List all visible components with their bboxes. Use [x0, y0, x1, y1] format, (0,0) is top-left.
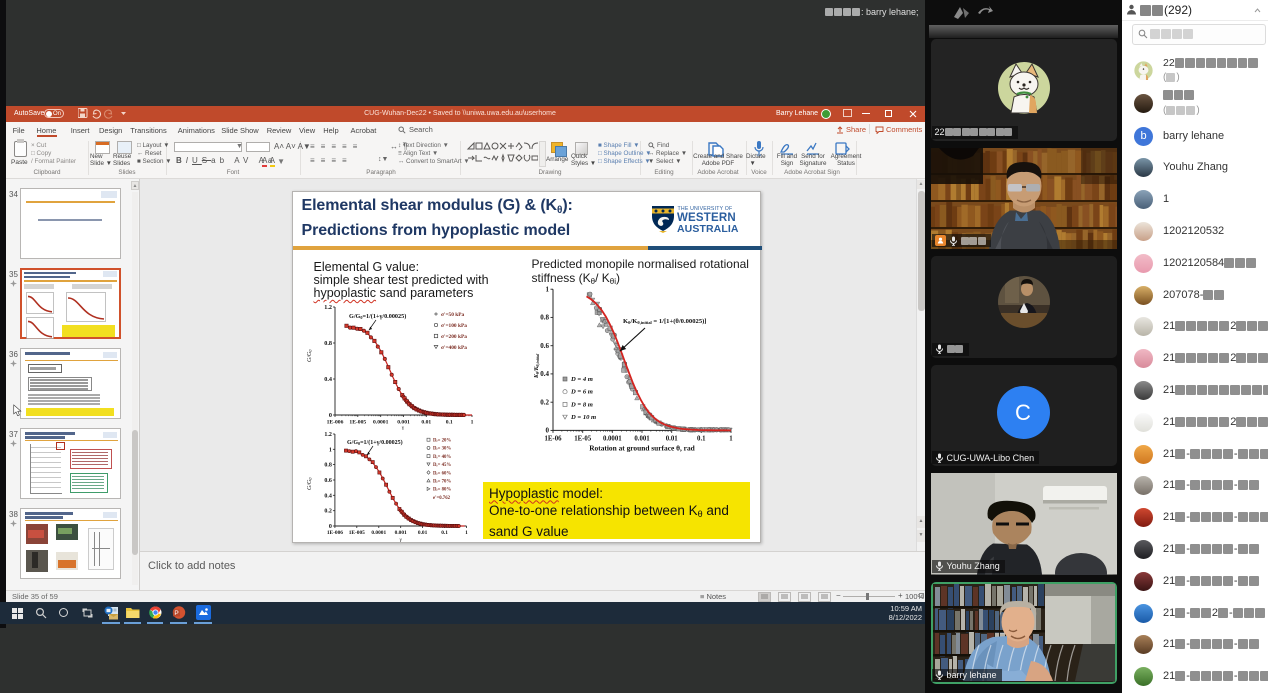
svg-text:Rotation at ground surface θ,: Rotation at ground surface θ, rad	[589, 443, 695, 452]
svg-text:Kθ/Kθ,initial = 1/[1+(θ/0.0002: Kθ/Kθ,initial = 1/[1+(θ/0.00025)]	[623, 318, 707, 325]
svg-text:σ′=50 kPa: σ′=50 kPa	[441, 312, 465, 318]
svg-text:σ′=400 kPa: σ′=400 kPa	[441, 345, 467, 351]
svg-text:0.2: 0.2	[324, 509, 332, 515]
svg-text:1E-006: 1E-006	[326, 530, 342, 536]
svg-text:0.001: 0.001	[394, 530, 406, 536]
svg-text:Dᵣ= 30%: Dᵣ= 30%	[433, 447, 451, 452]
svg-text:0.2: 0.2	[540, 399, 549, 407]
svg-text:0.0001: 0.0001	[602, 435, 621, 442]
svg-text:γ: γ	[400, 425, 404, 431]
svg-text:0: 0	[328, 412, 331, 419]
svg-text:Dᵣ= 40%: Dᵣ= 40%	[433, 455, 451, 460]
svg-text:1E-005: 1E-005	[348, 530, 364, 536]
svg-text:σ′=100 kPa: σ′=100 kPa	[441, 323, 467, 329]
svg-text:D = 4 m: D = 4 m	[570, 376, 593, 383]
svg-text:Dᵣ= 20%: Dᵣ= 20%	[433, 439, 451, 444]
svg-text:Kθ/Kθ,initial: Kθ/Kθ,initial	[534, 353, 540, 379]
svg-text:0.4: 0.4	[540, 370, 549, 378]
svg-text:0.1: 0.1	[445, 420, 452, 426]
svg-text:D = 6 m: D = 6 m	[570, 389, 593, 396]
svg-text:0.4: 0.4	[324, 493, 332, 499]
svg-text:0.4: 0.4	[324, 376, 332, 383]
svg-text:0.01: 0.01	[417, 530, 427, 536]
svg-text:Dᵣ= 70%: Dᵣ= 70%	[433, 480, 451, 485]
svg-text:0.01: 0.01	[665, 435, 677, 442]
svg-text:0.6: 0.6	[540, 342, 549, 350]
svg-text:1: 1	[465, 530, 468, 536]
svg-text:0.1: 0.1	[697, 435, 706, 442]
svg-text:G/G0=1/(1+γ/0.00025): G/G0=1/(1+γ/0.00025)	[349, 313, 406, 320]
svg-text:G/G0: G/G0	[307, 350, 313, 362]
svg-text:γ: γ	[398, 537, 402, 543]
svg-text:0.8: 0.8	[540, 314, 549, 322]
svg-text:0.0001: 0.0001	[373, 420, 389, 426]
svg-text:0.8: 0.8	[324, 340, 332, 347]
svg-text:1: 1	[470, 420, 473, 426]
svg-text:Dᵣ= 45%: Dᵣ= 45%	[433, 463, 451, 468]
svg-text:0.8: 0.8	[324, 463, 332, 469]
svg-text:1: 1	[729, 435, 733, 442]
svg-text:0.1: 0.1	[441, 530, 448, 536]
svg-text:1E-005: 1E-005	[349, 420, 366, 426]
svg-text:G/G0=1/(1+γ/0.00025): G/G0=1/(1+γ/0.00025)	[347, 439, 403, 446]
svg-text:1: 1	[545, 286, 549, 294]
svg-text:P: P	[174, 610, 178, 617]
svg-text:1E-006: 1E-006	[326, 420, 343, 426]
svg-text:G/G0: G/G0	[307, 478, 313, 490]
svg-text:0.01: 0.01	[421, 420, 431, 426]
svg-text:e′=0.762: e′=0.762	[433, 496, 451, 501]
svg-text:Dᵣ= 80%: Dᵣ= 80%	[433, 488, 451, 493]
svg-text:D = 8 m: D = 8 m	[570, 401, 593, 408]
svg-text:1E-06: 1E-06	[544, 435, 562, 442]
svg-text:Dᵣ= 60%: Dᵣ= 60%	[433, 471, 451, 476]
svg-text:1E-05: 1E-05	[574, 435, 592, 442]
svg-text:0.6: 0.6	[324, 478, 332, 484]
svg-text:0.0001: 0.0001	[371, 530, 386, 536]
svg-text:0.001: 0.001	[634, 435, 650, 442]
svg-text:D = 10 m: D = 10 m	[570, 414, 596, 421]
svg-text:1.2: 1.2	[324, 432, 332, 438]
svg-text:σ′=200 kPa: σ′=200 kPa	[441, 334, 467, 340]
svg-text:0: 0	[545, 427, 549, 435]
svg-text:1.2: 1.2	[324, 304, 332, 311]
svg-text:1: 1	[328, 447, 331, 453]
